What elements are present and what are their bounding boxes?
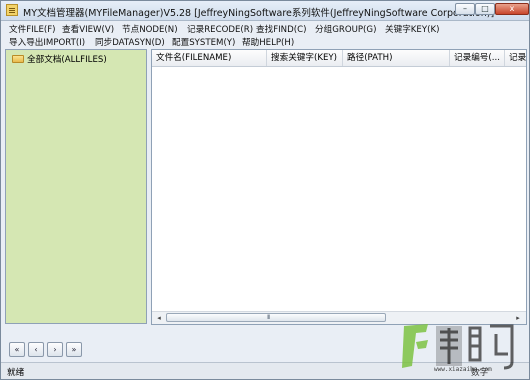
close-button[interactable]: x xyxy=(495,3,529,15)
last-page-button[interactable]: » xyxy=(66,342,82,357)
scrollbar-thumb[interactable]: III xyxy=(166,313,386,322)
column-header-path[interactable]: 路径(PATH) xyxy=(343,50,450,66)
column-header-key[interactable]: 搜索关键字(KEY) xyxy=(267,50,343,66)
app-icon xyxy=(6,4,18,16)
title-bar[interactable]: MY文档管理器(MYFileManager)V5.28 [JeffreyNing… xyxy=(1,1,529,21)
menu-datasyn[interactable]: 同步DATASYN(D) xyxy=(95,36,165,48)
tree-item-label: 全部文档(ALLFILES) xyxy=(27,55,107,65)
maximize-button[interactable]: □ xyxy=(475,3,495,15)
scroll-grip-icon: III xyxy=(267,314,270,321)
folder-icon xyxy=(12,55,24,63)
scroll-right-icon[interactable]: ▸ xyxy=(512,313,524,323)
horizontal-scrollbar[interactable]: ◂ III ▸ xyxy=(152,311,526,324)
app-window: MY文档管理器(MYFileManager)V5.28 [JeffreyNing… xyxy=(0,0,530,380)
list-header: 文件名(FILENAME) 搜索关键字(KEY) 路径(PATH) 记录编号(.… xyxy=(152,50,526,67)
minimize-button[interactable]: – xyxy=(455,3,475,15)
column-header-filename[interactable]: 文件名(FILENAME) xyxy=(152,50,267,66)
scroll-left-icon[interactable]: ◂ xyxy=(153,313,165,323)
column-header-record[interactable]: 记录 xyxy=(505,50,526,66)
status-bar: 就绪 数字 xyxy=(1,362,529,379)
menu-bar: 文件FILE(F) 查看VIEW(V) 节点NODE(N) 记录RECODE(R… xyxy=(1,21,529,35)
window-title: MY文档管理器(MYFileManager)V5.28 [JeffreyNing… xyxy=(23,8,495,19)
file-list[interactable]: 文件名(FILENAME) 搜索关键字(KEY) 路径(PATH) 记录编号(.… xyxy=(151,49,527,325)
first-page-button[interactable]: « xyxy=(9,342,25,357)
folder-tree[interactable]: 全部文档(ALLFILES) xyxy=(5,49,147,324)
status-text: 就绪 xyxy=(7,368,25,378)
column-header-record-id[interactable]: 记录编号(... xyxy=(450,50,505,66)
menu-bar-row2: 导入导出IMPORT(I) 同步DATASYN(D) 配置SYSTEM(Y) 帮… xyxy=(1,34,529,48)
menu-import[interactable]: 导入导出IMPORT(I) xyxy=(9,36,85,48)
next-page-button[interactable]: › xyxy=(47,342,63,357)
menu-help[interactable]: 帮助HELP(H) xyxy=(242,36,294,48)
numlock-indicator: 数字 xyxy=(471,368,489,378)
menu-system[interactable]: 配置SYSTEM(Y) xyxy=(172,36,235,48)
prev-page-button[interactable]: ‹ xyxy=(28,342,44,357)
tree-item-allfiles[interactable]: 全部文档(ALLFILES) xyxy=(12,53,107,65)
